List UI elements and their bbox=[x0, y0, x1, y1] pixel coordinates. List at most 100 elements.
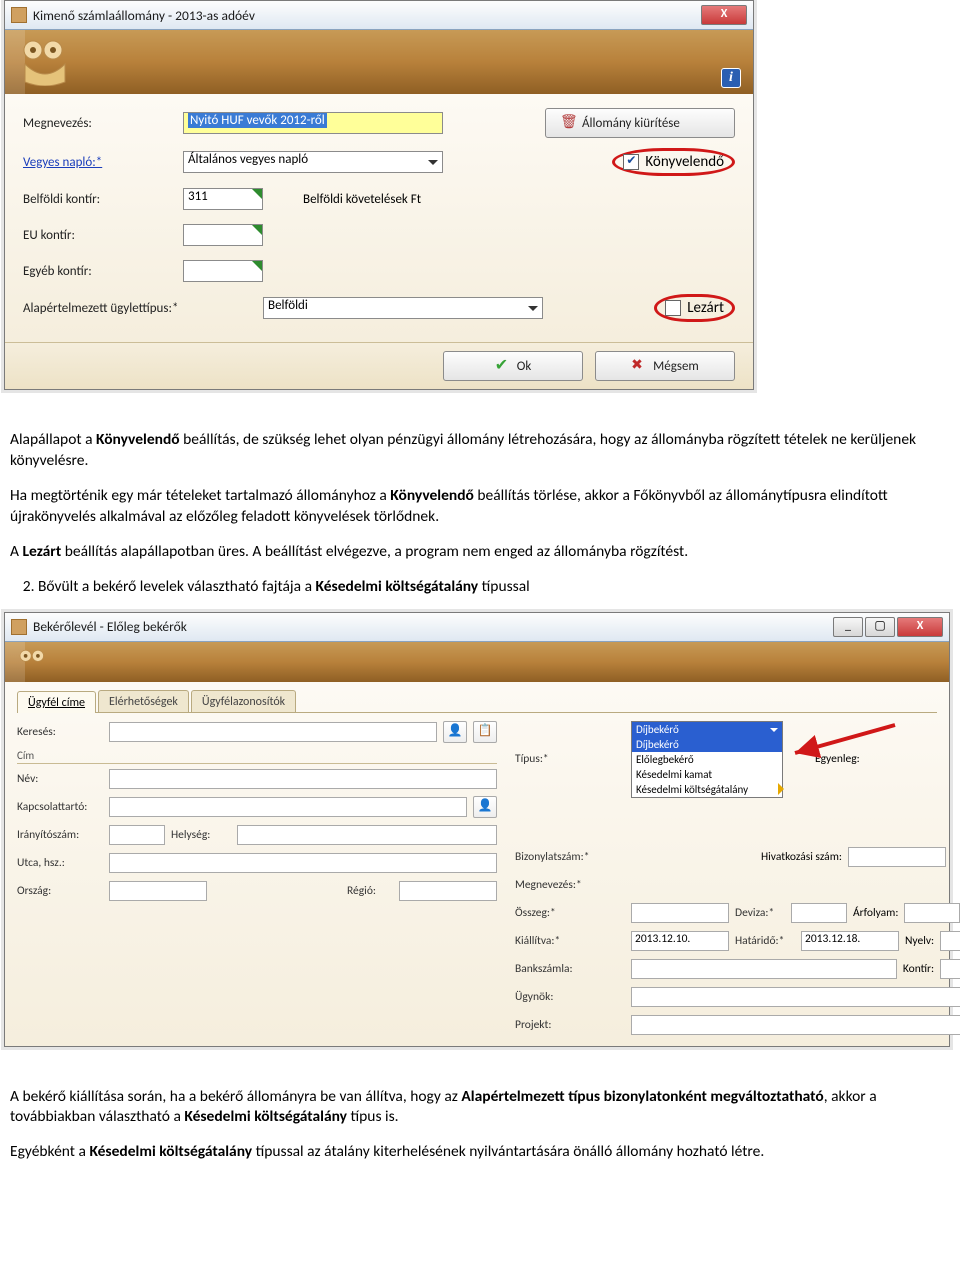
input-osszeg[interactable] bbox=[631, 903, 729, 923]
button-kapcs-add[interactable]: 👤 bbox=[473, 796, 497, 818]
button-ok[interactable]: Ok bbox=[443, 351, 583, 381]
input-bankszamla[interactable] bbox=[631, 959, 897, 979]
paragraph-2: Ha megtörténik egy már tételeket tartalm… bbox=[10, 486, 950, 528]
annotation-lezart: Lezárt bbox=[654, 294, 735, 322]
input-projekt[interactable] bbox=[631, 1015, 960, 1035]
label-eu-kontir: EU kontír: bbox=[23, 228, 173, 243]
x-icon bbox=[631, 358, 647, 374]
input-belfoldi-kontir[interactable]: 311 bbox=[183, 188, 263, 210]
combo-vegyes-naplo[interactable]: Általános vegyes napló bbox=[183, 151, 443, 173]
input-kereses[interactable] bbox=[109, 722, 437, 742]
owl-logo-2 bbox=[13, 646, 53, 678]
paragraph-5: Egyébként a Késedelmi költségátalány típ… bbox=[10, 1142, 950, 1163]
label-arfolyam: Árfolyam: bbox=[853, 906, 898, 920]
label-projekt: Projekt: bbox=[515, 1018, 625, 1032]
panel-left: Keresés: 👤 📋 Cím Név: Kapcsolattartó: 👤 … bbox=[17, 721, 497, 1042]
paragraph-1: Alapállapot a Könyvelendő beállítás, de … bbox=[10, 430, 950, 472]
checkbox-konyvelendo[interactable]: ✔ bbox=[623, 154, 639, 170]
text-belfoldi-desc: Belföldi követelések Ft bbox=[303, 192, 421, 207]
input-ugynok[interactable] bbox=[631, 987, 960, 1007]
cursor-marker-icon bbox=[778, 783, 790, 795]
check-icon bbox=[495, 358, 511, 374]
label-bizonylat: Bizonylatszám:* bbox=[515, 850, 625, 864]
input-kontir[interactable] bbox=[940, 959, 960, 979]
checkbox-lezart[interactable] bbox=[665, 300, 681, 316]
label-deviza: Deviza:* bbox=[735, 906, 785, 920]
input-orszag[interactable] bbox=[109, 881, 207, 901]
tab-ugyfel-cime[interactable]: Ügyfél címe bbox=[17, 691, 96, 713]
window-title-2: Bekérőlevél - Előleg bekérők bbox=[33, 618, 187, 635]
label-kereses: Keresés: bbox=[17, 725, 103, 739]
button-megsem[interactable]: Mégsem bbox=[595, 351, 735, 381]
input-megnevezes-value: Nyitó HUF vevők 2012-ről bbox=[188, 113, 327, 128]
close-button[interactable]: X bbox=[701, 5, 747, 25]
input-irsz[interactable] bbox=[109, 825, 165, 845]
combo-ugylettipus[interactable]: Belföldi bbox=[263, 297, 543, 319]
combo-tipus-opt-2[interactable]: Késedelmi kamat bbox=[632, 767, 782, 782]
panel-right: Típus:* Díjbekérő Díjbekérő Előlegbekérő… bbox=[515, 721, 960, 1042]
input-regio[interactable] bbox=[399, 881, 497, 901]
label-lezart: Lezárt bbox=[687, 299, 724, 317]
label-egyeb-kontir: Egyéb kontír: bbox=[23, 264, 173, 279]
label-tipus: Típus:* bbox=[515, 752, 625, 766]
window-buttons: X bbox=[701, 5, 747, 25]
button-allomany-kiurit[interactable]: Állomány kiürítése bbox=[545, 108, 735, 138]
tab-ugyfelazonositok[interactable]: Ügyfélazonosítók bbox=[191, 690, 296, 712]
banner-2 bbox=[5, 642, 949, 682]
input-arfolyam[interactable] bbox=[904, 903, 960, 923]
button-search-person[interactable]: 👤 bbox=[443, 721, 467, 743]
input-nev[interactable] bbox=[109, 769, 497, 789]
form-body-2: Ügyfél címe Elérhetőségek Ügyfélazonosít… bbox=[5, 682, 949, 1046]
label-hatarido: Határidő:* bbox=[735, 934, 795, 948]
button-search-list[interactable]: 📋 bbox=[473, 721, 497, 743]
window-buttons-2: _ ▢ X bbox=[833, 617, 943, 637]
section-cim: Cím bbox=[17, 749, 497, 764]
app-icon bbox=[11, 7, 27, 23]
list-item-2: Bővült a bekérő levelek választható fajt… bbox=[38, 577, 950, 598]
label-megnevezes2: Megnevezés:* bbox=[515, 878, 625, 892]
label-vegyes-naplo[interactable]: Vegyes napló:* bbox=[23, 155, 173, 170]
banner: i bbox=[5, 30, 753, 94]
label-utca: Utca, hsz.: bbox=[17, 856, 103, 870]
input-helyseg[interactable] bbox=[237, 825, 497, 845]
input-eu-kontir[interactable] bbox=[183, 224, 263, 246]
window-bekerolevel: Bekérőlevél - Előleg bekérők _ ▢ X Ügyfé… bbox=[4, 612, 950, 1047]
combo-tipus-opt-0[interactable]: Díjbekérő bbox=[632, 737, 782, 752]
input-hatarido[interactable]: 2013.12.18. bbox=[801, 931, 899, 951]
footer: Ok Mégsem bbox=[5, 342, 753, 389]
value-egyenleg: 0 bbox=[946, 752, 960, 766]
maximize-button[interactable]: ▢ bbox=[865, 617, 895, 637]
close-button-2[interactable]: X bbox=[897, 617, 943, 637]
label-hivatkozas: Hivatkozási szám: bbox=[761, 850, 842, 864]
label-nev: Név: bbox=[17, 772, 103, 786]
combo-tipus-opt-3[interactable]: Késedelmi költségátalány bbox=[632, 782, 782, 797]
label-megnevezes: Megnevezés: bbox=[23, 116, 173, 131]
combo-tipus-selected: Díjbekérő bbox=[632, 722, 782, 737]
paragraph-3: A Lezárt beállítás alapállapotban üres. … bbox=[10, 542, 950, 563]
input-kapcsolattarto[interactable] bbox=[109, 797, 467, 817]
info-icon[interactable]: i bbox=[721, 68, 741, 88]
input-utca[interactable] bbox=[109, 853, 497, 873]
label-konyvelendo: Könyvelendő bbox=[645, 153, 724, 171]
label-belfoldi-kontir: Belföldi kontír: bbox=[23, 192, 173, 207]
label-kontir: Kontír: bbox=[903, 962, 934, 976]
input-hivatkozas[interactable] bbox=[848, 847, 946, 867]
input-kiallitva[interactable]: 2013.12.10. bbox=[631, 931, 729, 951]
tab-elerhetosegek[interactable]: Elérhetőségek bbox=[98, 690, 189, 712]
input-egyeb-kontir[interactable] bbox=[183, 260, 263, 282]
titlebar[interactable]: Kimenő számlaállomány - 2013-as adóév X bbox=[5, 1, 753, 30]
combo-tipus-opt-1[interactable]: Előlegbekérő bbox=[632, 752, 782, 767]
document-text-2: A bekérő kiállítása során, ha a bekérő á… bbox=[0, 1067, 960, 1164]
label-ugylettipus: Alapértelmezett ügylettípus:* bbox=[23, 301, 253, 316]
annotation-konyvelendo: ✔ Könyvelendő bbox=[612, 148, 735, 176]
combo-tipus-open[interactable]: Díjbekérő Díjbekérő Előlegbekérő Késedel… bbox=[631, 721, 783, 798]
input-megnevezes[interactable]: Nyitó HUF vevők 2012-ről bbox=[183, 112, 443, 134]
input-deviza[interactable] bbox=[791, 903, 847, 923]
titlebar-2[interactable]: Bekérőlevél - Előleg bekérők _ ▢ X bbox=[5, 613, 949, 642]
label-nyelv: Nyelv: bbox=[905, 934, 934, 948]
label-regio: Régió: bbox=[347, 884, 393, 898]
minimize-button[interactable]: _ bbox=[833, 617, 863, 637]
window-title: Kimenő számlaállomány - 2013-as adóév bbox=[33, 7, 255, 24]
input-nyelv[interactable] bbox=[940, 931, 960, 951]
paragraph-4: A bekérő kiállítása során, ha a bekérő á… bbox=[10, 1087, 950, 1129]
